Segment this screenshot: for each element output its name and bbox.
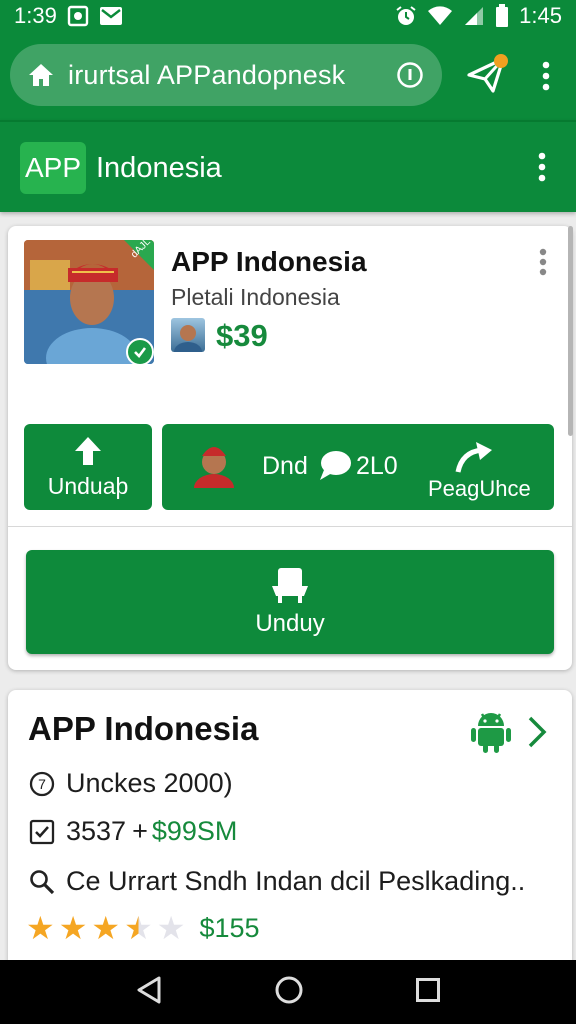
signal-icon xyxy=(463,5,485,27)
verified-check-icon xyxy=(126,338,154,366)
star-icon: ★ xyxy=(26,910,55,946)
app-title: Indonesia xyxy=(96,152,222,184)
status-clock: 1:45 xyxy=(519,3,562,28)
star-empty-icon: ★ xyxy=(156,910,186,946)
wifi-icon xyxy=(427,5,453,27)
home-icon[interactable] xyxy=(28,62,54,88)
chat-bubble-icon xyxy=(318,448,352,482)
details-price: $99SM xyxy=(151,816,238,846)
star-icon: ★ xyxy=(91,910,121,946)
app-card-title: APP Indonesia xyxy=(171,246,367,277)
info-icon[interactable] xyxy=(396,61,424,89)
app-card-price: $39 xyxy=(216,318,268,353)
clock-icon: 7 xyxy=(28,770,56,798)
card-menu-icon[interactable] xyxy=(538,248,554,280)
send-icon[interactable] xyxy=(462,50,512,100)
details-plus: + xyxy=(132,816,148,846)
url-text[interactable]: irurtsal APPandopnesk xyxy=(68,60,396,91)
details-title: APP Indonesia xyxy=(28,710,259,747)
app-card: dAJL APP Indonesia Pletali Indonesia $39… xyxy=(8,226,572,670)
browser-menu-icon[interactable] xyxy=(532,56,560,96)
details-row-search: Ce Urrart Sndh Indan dcil Peslkading.. xyxy=(28,866,525,897)
share-text-1: Dnd xyxy=(262,452,308,480)
status-bar: 1:39 1:45 xyxy=(0,0,576,32)
details-row-installs: 7 Unckes 2000) xyxy=(28,768,233,799)
upload-arrow-icon xyxy=(75,436,101,465)
android-icon xyxy=(470,708,512,754)
download-icon xyxy=(272,568,308,603)
app-menu-icon[interactable] xyxy=(538,152,546,187)
system-nav-bar xyxy=(0,960,576,1024)
status-time: 1:39 xyxy=(14,3,57,28)
user-avatar-icon xyxy=(192,436,236,502)
browser-toolbar: irurtsal APPandopnesk xyxy=(0,32,576,120)
developer-avatar xyxy=(171,318,205,352)
star-half-icon: ★ xyxy=(124,910,153,946)
gallery-icon xyxy=(67,5,89,27)
share-text-2: 2L0 xyxy=(356,452,398,480)
download-label: Unduy xyxy=(255,610,325,637)
back-icon[interactable] xyxy=(135,975,163,1010)
checkbox-icon xyxy=(28,818,56,846)
alarm-icon xyxy=(395,5,417,27)
details-description: Ce Urrart Sndh Indan dcil Peslkading.. xyxy=(66,866,526,896)
app-toolbar: APP Indonesia xyxy=(0,120,576,212)
details-installs-text: Unckes 2000) xyxy=(66,768,233,798)
share-text-3: PeagUhce xyxy=(428,476,531,501)
scrollbar[interactable] xyxy=(568,226,573,436)
search-icon xyxy=(28,868,56,896)
app-logo: APP xyxy=(20,142,86,194)
card-divider xyxy=(8,526,572,527)
svg-text:7: 7 xyxy=(38,776,46,792)
rating-price: $155 xyxy=(199,912,260,943)
app-card-subtitle: Pletali Indonesia xyxy=(171,284,340,310)
rating-stars: ★ ★ ★ ★ ★ $155 xyxy=(26,912,260,944)
chevron-right-icon[interactable] xyxy=(524,714,550,750)
upload-label: Unduaþ xyxy=(47,472,129,499)
details-count: 3537 xyxy=(66,816,127,846)
details-row-count: 3537 + $99SM xyxy=(28,816,237,847)
url-bar[interactable]: irurtsal APPandopnesk xyxy=(10,44,442,106)
recents-icon[interactable] xyxy=(415,977,441,1008)
details-card: APP Indonesia 7 Unckes 2000) 3537 + $99S… xyxy=(8,690,572,970)
message-icon xyxy=(99,5,123,27)
share-arrow-icon xyxy=(454,440,494,474)
upload-button[interactable]: Unduaþ xyxy=(24,424,152,510)
share-action-button[interactable]: Dnd 2L0 PeagUhce xyxy=(162,424,554,510)
star-icon: ★ xyxy=(58,910,88,946)
battery-icon xyxy=(495,4,509,28)
download-button[interactable]: Unduy xyxy=(26,550,554,654)
home-nav-icon[interactable] xyxy=(274,975,304,1010)
